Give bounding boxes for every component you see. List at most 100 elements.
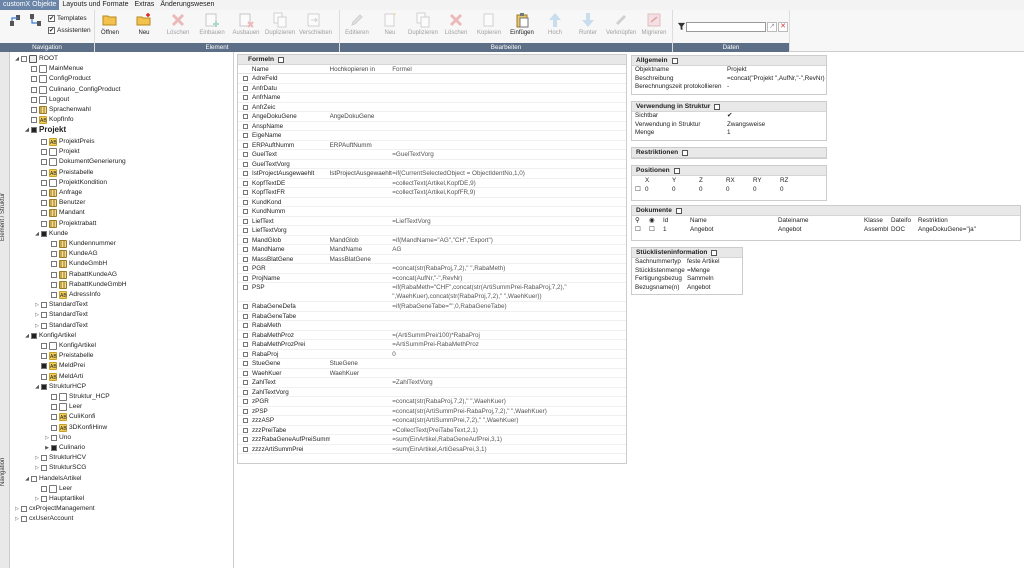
tree-node-checkbox[interactable]	[41, 353, 47, 360]
tree-node[interactable]: ◢ KonfigArtikel	[24, 331, 76, 341]
expand-toggle-icon[interactable]: ▷	[14, 514, 20, 524]
row-checkbox[interactable]	[243, 427, 248, 433]
table-row[interactable]: ProjName =concat(AufNr,"-",RevNr)	[238, 274, 626, 283]
tree-node-checkbox[interactable]	[51, 414, 57, 421]
property-row[interactable]: Stücklistenmenge =Menge	[632, 267, 742, 276]
tree-node[interactable]: RabattKundeAG	[44, 270, 117, 280]
tree-node-checkbox[interactable]	[21, 56, 27, 62]
row-checkbox[interactable]	[243, 313, 248, 319]
tree-node[interactable]: DokumentGenerierung	[34, 157, 126, 167]
expand-toggle-icon[interactable]: ▷	[44, 433, 50, 443]
row-checkbox[interactable]	[243, 123, 248, 129]
row-checkbox[interactable]	[243, 351, 248, 357]
tree-node[interactable]: ◢ Projekt	[24, 125, 66, 135]
tree-node-checkbox[interactable]	[41, 230, 47, 237]
row-checkbox[interactable]	[243, 418, 248, 423]
expand-toggle-icon[interactable]: ▷	[34, 494, 40, 504]
row-checkbox[interactable]	[243, 133, 248, 138]
tree-node[interactable]: ▷ cxProjectManagement	[14, 504, 95, 514]
row-checkbox[interactable]	[243, 342, 248, 347]
row-checkbox[interactable]	[243, 161, 248, 167]
table-row[interactable]: LiefTextVorg	[238, 226, 626, 236]
dokumente-toggle[interactable]	[675, 207, 682, 214]
row-checkbox[interactable]	[243, 266, 248, 271]
expand-toggle-icon[interactable]: ▷	[34, 300, 40, 310]
col-id[interactable]: Id	[663, 216, 690, 225]
assistenten-checkbox[interactable]: ✔ Assistenten	[48, 27, 91, 34]
tree-node-checkbox[interactable]	[51, 444, 57, 451]
tree-node[interactable]: ▶ Culinario	[44, 443, 85, 453]
ausbauen-button[interactable]: Ausbauen	[231, 12, 261, 42]
table-row[interactable]: StueGene StueGene	[238, 359, 626, 369]
tree-node-checkbox[interactable]	[41, 312, 47, 319]
table-row[interactable]: RabaGeneDefa =if(RabaGeneTabe="",0,RabaGe…	[238, 302, 626, 312]
property-row[interactable]: Objektname Projekt	[632, 66, 826, 75]
table-row[interactable]: EigeName	[238, 131, 626, 141]
row-checkbox[interactable]	[243, 323, 248, 328]
tree-node[interactable]: KundeGmbH	[44, 259, 107, 269]
tree-node-checkbox[interactable]	[41, 363, 47, 370]
row-checkbox[interactable]	[243, 114, 248, 119]
tree-node-checkbox[interactable]	[31, 76, 37, 83]
expand-toggle-icon[interactable]: ◢	[24, 125, 30, 135]
tree-node[interactable]: Projekt	[34, 147, 80, 157]
table-row[interactable]: ZahlText =ZahlTextVorg	[238, 378, 626, 388]
tree-node[interactable]: ◢ StrukturHCP	[34, 382, 86, 392]
table-row[interactable]: AngeDokuGene AngeDokuGene	[238, 112, 626, 122]
table-row[interactable]: PGR =concat(str(RabaProj,7,2)," ",RabaMet…	[238, 264, 626, 274]
tree-node-checkbox[interactable]	[51, 424, 57, 431]
row-checkbox[interactable]	[243, 180, 248, 186]
row-checkbox[interactable]	[243, 437, 248, 442]
menu-item[interactable]: customX Objekte	[0, 0, 60, 10]
tree-node[interactable]: ▷ Uno	[44, 433, 71, 443]
row-checkbox[interactable]	[243, 256, 248, 262]
tree-node-checkbox[interactable]	[31, 107, 37, 113]
expand-toggle-icon[interactable]: ▷	[34, 463, 40, 473]
table-row[interactable]: KundKond	[238, 198, 626, 207]
expand-toggle-icon[interactable]: ◢	[14, 54, 20, 64]
tree-node[interactable]: Leer	[44, 402, 82, 412]
table-row[interactable]: GuelText =GuelTextVorg	[238, 150, 626, 160]
tree-node-checkbox[interactable]	[41, 322, 47, 329]
table-row[interactable]: AdreFeld	[238, 74, 626, 84]
property-row[interactable]: Bezugsname(n) Angebot	[632, 284, 742, 293]
menu-item[interactable]: Änderungswesen	[157, 0, 217, 10]
row-checkbox[interactable]	[243, 142, 248, 148]
table-row[interactable]: ERPAuftNumm ERPAuftNumm	[238, 141, 626, 150]
einbauen-button[interactable]: Einbauen	[197, 12, 227, 42]
tree-node-checkbox[interactable]	[41, 383, 47, 390]
table-row[interactable]: AnfrDatu	[238, 84, 626, 93]
tree-node-checkbox[interactable]	[41, 149, 47, 156]
table-row[interactable]: ZahlTextVorg	[238, 388, 626, 397]
row-checkbox-visible[interactable]: ☐	[649, 225, 663, 234]
table-row[interactable]: IstProjectAusgewaehlt IstProjectAusgewaeh…	[238, 169, 626, 179]
tree-node[interactable]: KonfigArtikel	[34, 341, 96, 351]
table-row[interactable]: MandName MandName AG	[238, 245, 626, 255]
tree-node[interactable]: ▷ StandardText	[34, 321, 88, 331]
tree-node-checkbox[interactable]	[41, 495, 47, 502]
property-row[interactable]: Fertigungsbezug Sammeln	[632, 275, 742, 284]
tree-node-checkbox[interactable]	[51, 281, 57, 288]
kopieren-button[interactable]: Kopieren	[474, 12, 504, 42]
row-checkbox[interactable]	[243, 171, 248, 176]
tree-node-checkbox[interactable]	[51, 434, 57, 441]
tree-node[interactable]: ◢ Kunde	[34, 229, 68, 239]
duplizieren-button[interactable]: Duplizieren	[408, 12, 438, 42]
tree-node-checkbox[interactable]	[31, 66, 37, 73]
tree-node-checkbox[interactable]	[41, 485, 47, 492]
table-row[interactable]: AnfrName	[238, 93, 626, 103]
l-schen-button[interactable]: Löschen	[163, 12, 193, 42]
column-header-hochkopieren[interactable]: Hochkopieren in	[330, 65, 393, 73]
tree-node-checkbox[interactable]	[41, 200, 47, 207]
expand-toggle-icon[interactable]: ◢	[34, 382, 40, 392]
tree-node-checkbox[interactable]	[51, 240, 57, 247]
row-checkbox[interactable]	[243, 199, 248, 205]
tree-node[interactable]: ▷ StrukturHCV	[34, 453, 86, 463]
tree-node-checkbox[interactable]	[51, 404, 57, 411]
row-checkbox[interactable]	[243, 408, 248, 414]
verschieben-button[interactable]: Verschieben	[299, 12, 332, 42]
tree-node-checkbox[interactable]	[51, 251, 57, 258]
tree-node[interactable]: ▷ cxUserAccount	[14, 514, 73, 524]
table-row[interactable]: WaehKuer WaehKuer	[238, 369, 626, 378]
verwendung-toggle[interactable]	[714, 103, 721, 110]
